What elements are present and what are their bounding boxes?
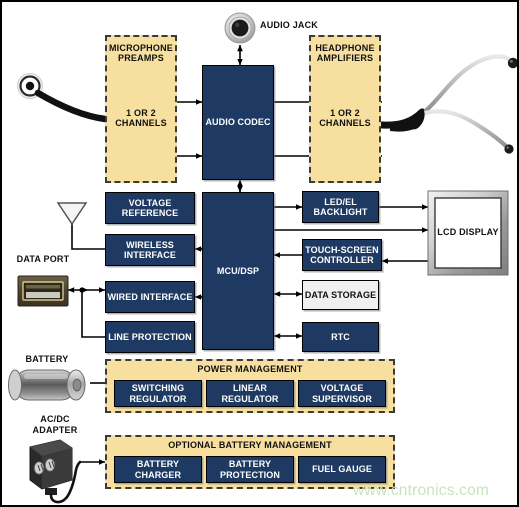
block-line-protection[interactable]: LINE PROTECTION <box>105 321 195 353</box>
block-switching-regulator[interactable]: SWITCHING REGULATOR <box>114 380 202 407</box>
antenna-icon <box>56 202 88 226</box>
block-fuel-gauge[interactable]: FUEL GAUGE <box>298 456 386 483</box>
data-port-icon <box>17 275 69 307</box>
stethoscope-chestpiece-icon <box>17 73 109 123</box>
audio-jack-label: AUDIO JACK <box>260 20 319 30</box>
group-power-management-title: POWER MANAGEMENT <box>197 364 303 374</box>
group-headphone-amplifiers-subtitle: 1 OR 2 CHANNELS <box>319 108 371 128</box>
block-battery-protection[interactable]: BATTERY PROTECTION <box>206 456 294 483</box>
block-wired-interface[interactable]: WIRED INTERFACE <box>105 281 195 313</box>
block-led-el-backlight[interactable]: LED/EL BACKLIGHT <box>302 191 379 223</box>
block-data-storage[interactable]: DATA STORAGE <box>302 280 379 310</box>
block-linear-regulator[interactable]: LINEAR REGULATOR <box>206 380 294 407</box>
block-rtc[interactable]: RTC <box>302 322 379 352</box>
block-audio-codec[interactable]: AUDIO CODEC <box>202 65 274 180</box>
battery-label: BATTERY <box>25 354 69 364</box>
group-microphone-preamps-subtitle: 1 OR 2 CHANNELS <box>115 108 167 128</box>
block-voltage-reference[interactable]: VOLTAGE REFERENCE <box>105 192 195 224</box>
group-headphone-amplifiers-title: HEADPHONE AMPLIFIERS <box>315 43 375 63</box>
battery-icon <box>8 369 86 401</box>
data-port-label: DATA PORT <box>16 254 70 264</box>
block-diagram-canvas: MICROPHONE PREAMPS 1 OR 2 CHANNELS HEADP… <box>0 0 519 507</box>
ac-dc-adapter-icon <box>29 439 82 504</box>
audio-jack-icon <box>224 12 256 44</box>
block-mcu-dsp[interactable]: MCU/DSP <box>202 192 274 350</box>
block-battery-charger[interactable]: BATTERY CHARGER <box>114 456 202 483</box>
watermark: www.cntronics.com <box>353 482 490 499</box>
group-optional-battery-management-title: OPTIONAL BATTERY MANAGEMENT <box>168 440 332 450</box>
group-microphone-preamps-title: MICROPHONE PREAMPS <box>108 43 173 63</box>
block-voltage-supervisor[interactable]: VOLTAGE SUPERVISOR <box>298 380 386 407</box>
ac-dc-adapter-label: AC/DC ADAPTER <box>32 414 78 435</box>
block-wireless-interface[interactable]: WIRELESS INTERFACE <box>105 234 195 266</box>
lcd-display-label: LCD DISPLAY <box>437 227 499 237</box>
block-touch-screen-controller[interactable]: TOUCH-SCREEN CONTROLLER <box>302 239 382 271</box>
stethoscope-earpiece-icon <box>378 54 517 154</box>
